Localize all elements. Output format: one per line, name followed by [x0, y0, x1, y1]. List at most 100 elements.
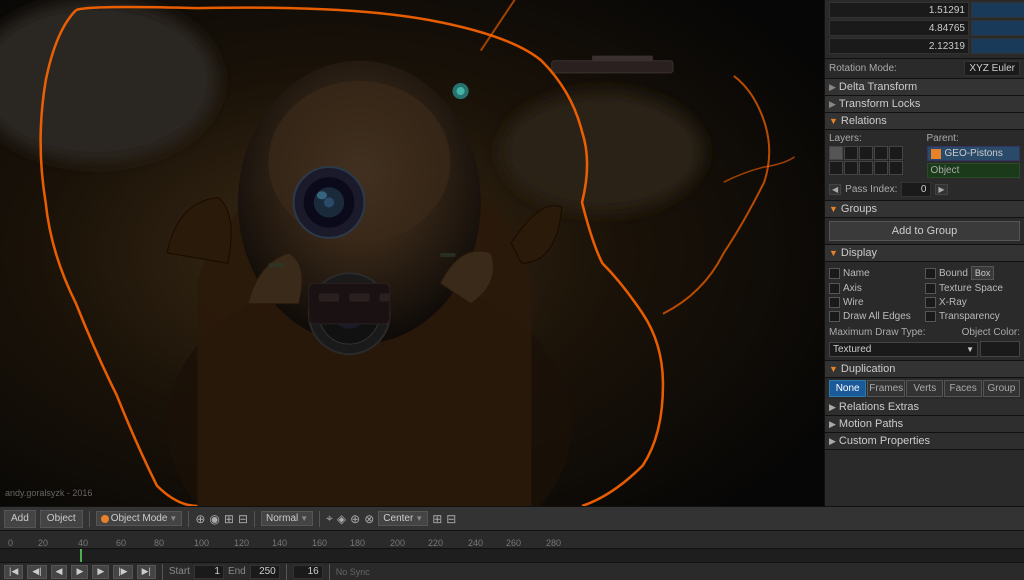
relations-extras-header[interactable]: ▶ Relations Extras: [825, 399, 1024, 416]
draw-type-arrow: ▼: [966, 345, 974, 354]
tool-icon-6[interactable]: ⊟: [446, 512, 456, 526]
custom-properties-label: Custom Properties: [839, 435, 930, 447]
tool-icon-1[interactable]: ⌖: [326, 511, 333, 526]
display-header[interactable]: ▼ Display: [825, 245, 1024, 262]
layer-3[interactable]: [859, 146, 873, 160]
layer-9[interactable]: [874, 161, 888, 175]
object-button[interactable]: Object: [40, 510, 83, 528]
draw-all-row: Draw All Edges: [829, 310, 924, 323]
display-label: Display: [841, 247, 877, 259]
pivot-icon[interactable]: ◉: [209, 512, 219, 526]
layer-10[interactable]: [889, 161, 903, 175]
motion-paths-header[interactable]: ▶ Motion Paths: [825, 416, 1024, 433]
dup-tab-group[interactable]: Group: [983, 380, 1020, 397]
wire-checkbox[interactable]: [829, 297, 840, 308]
viewport[interactable]: andy.goralsyzk - 2016: [0, 0, 824, 506]
add-button[interactable]: Add: [4, 510, 36, 528]
tool-icon-5[interactable]: ⊞: [432, 512, 442, 526]
jump-end-btn[interactable]: ▶|: [137, 565, 156, 579]
pass-index-right-btn[interactable]: ▶: [935, 184, 947, 195]
val-1-1[interactable]: [829, 2, 969, 18]
draw-type-value: Textured: [833, 344, 871, 355]
dup-tab-faces[interactable]: Faces: [944, 380, 981, 397]
bound-checkbox[interactable]: [925, 268, 936, 279]
frame-input[interactable]: [293, 565, 323, 579]
val-3-1[interactable]: [829, 38, 969, 54]
parent-field[interactable]: GEO-Pistons: [927, 146, 1021, 161]
tool-icon-4[interactable]: ⊗: [364, 512, 374, 526]
draw-type-select[interactable]: Textured ▼: [829, 342, 978, 357]
layer-6[interactable]: [829, 161, 843, 175]
separator-2: [188, 511, 189, 527]
object-mode-dropdown[interactable]: Object Mode ▼: [96, 511, 183, 526]
tool-icon-2[interactable]: ◈: [337, 512, 346, 526]
jump-start-btn[interactable]: |◀: [4, 565, 23, 579]
viewport-scene: [0, 0, 824, 506]
rotation-mode-row: Rotation Mode: XYZ Euler: [825, 59, 1024, 79]
layer-7[interactable]: [844, 161, 858, 175]
add-to-group-button[interactable]: Add to Group: [829, 221, 1020, 241]
pass-index-left-btn[interactable]: ◀: [829, 184, 841, 195]
right-panel: Rotation Mode: XYZ Euler ▶ Delta Transfo…: [824, 0, 1024, 506]
val-2-1[interactable]: [829, 20, 969, 36]
center-dropdown[interactable]: Center ▼: [378, 511, 428, 526]
object-label[interactable]: Object: [927, 163, 1021, 178]
ruler-mark-20: 20: [38, 538, 48, 548]
layer-4[interactable]: [874, 146, 888, 160]
pass-index-label: Pass Index:: [845, 184, 897, 195]
prev-frame-btn[interactable]: ◀: [51, 565, 68, 579]
next-key-btn[interactable]: |▶: [113, 565, 132, 579]
transparency-checkbox[interactable]: [925, 311, 936, 322]
dup-tab-frames[interactable]: Frames: [867, 380, 905, 397]
duplication-header[interactable]: ▼ Duplication: [825, 361, 1024, 378]
timeline-ruler[interactable]: 0 20 40 60 80 100 120 140 160 180 200 22…: [0, 531, 1024, 549]
dup-tab-verts[interactable]: Verts: [906, 380, 943, 397]
mode-dot: [101, 515, 109, 523]
normal-dropdown[interactable]: Normal ▼: [261, 511, 313, 526]
end-input[interactable]: [250, 565, 280, 579]
next-frame-btn[interactable]: ▶: [92, 565, 109, 579]
ctrl-sep-3: [329, 564, 330, 580]
xray-label: X-Ray: [939, 297, 967, 308]
val-3-2[interactable]: [971, 38, 1024, 54]
obj-color-box[interactable]: [980, 341, 1020, 357]
dup-tab-none[interactable]: None: [829, 380, 866, 397]
texture-checkbox[interactable]: [925, 283, 936, 294]
transform-locks-header[interactable]: ▶ Transform Locks: [825, 96, 1024, 113]
name-checkbox[interactable]: [829, 268, 840, 279]
pass-index-input[interactable]: [901, 182, 931, 197]
motion-paths-label: Motion Paths: [839, 418, 903, 430]
value-row-1: [829, 2, 1020, 18]
ctrl-sep: [162, 564, 163, 580]
custom-properties-arrow: ▶: [829, 436, 836, 447]
start-input[interactable]: [194, 565, 224, 579]
custom-properties-header[interactable]: ▶ Custom Properties: [825, 433, 1024, 450]
global-icon[interactable]: ⊕: [195, 512, 205, 526]
groups-header[interactable]: ▼ Groups: [825, 201, 1024, 218]
layer-5[interactable]: [889, 146, 903, 160]
box-button[interactable]: Box: [971, 266, 995, 280]
xray-checkbox[interactable]: [925, 297, 936, 308]
axis-checkbox[interactable]: [829, 283, 840, 294]
motion-paths-arrow: ▶: [829, 419, 836, 430]
layer-2[interactable]: [844, 146, 858, 160]
val-2-2[interactable]: [971, 20, 1024, 36]
display-content: Name Bound Box Axis Texture Space: [825, 262, 1024, 361]
layer-8[interactable]: [859, 161, 873, 175]
delta-transform-header[interactable]: ▶ Delta Transform: [825, 79, 1024, 96]
layer-1[interactable]: [829, 146, 843, 160]
relations-label: Relations: [841, 115, 887, 127]
prev-key-btn[interactable]: ◀|: [27, 565, 46, 579]
play-btn[interactable]: ▶: [71, 565, 88, 579]
grid-icon[interactable]: ⊟: [238, 512, 248, 526]
groups-content: Add to Group: [825, 218, 1024, 245]
tool-icon-3[interactable]: ⊕: [350, 512, 360, 526]
val-1-2[interactable]: [971, 2, 1024, 18]
bottom-toolbar: Add Object Object Mode ▼ ⊕ ◉ ⊞ ⊟ Normal …: [0, 506, 1024, 530]
timeline-track[interactable]: [0, 549, 1024, 562]
relations-header[interactable]: ▼ Relations: [825, 113, 1024, 130]
snap-icon[interactable]: ⊞: [224, 512, 234, 526]
timeline: 0 20 40 60 80 100 120 140 160 180 200 22…: [0, 530, 1024, 580]
rotation-mode-value[interactable]: XYZ Euler: [964, 61, 1020, 76]
draw-all-checkbox[interactable]: [829, 311, 840, 322]
